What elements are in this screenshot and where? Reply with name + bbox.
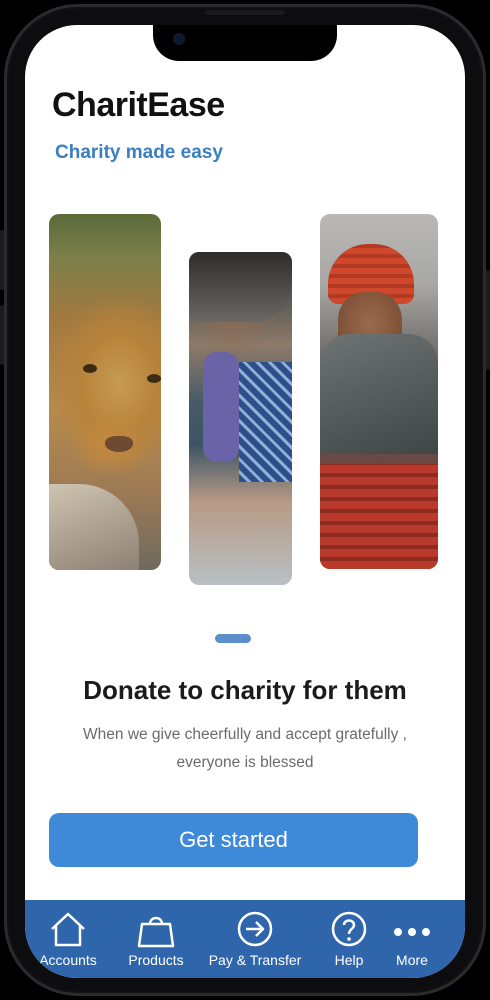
background-person <box>203 352 239 462</box>
carousel-image-elder[interactable] <box>320 214 438 569</box>
nav-item-pay-transfer[interactable]: Pay & Transfer <box>205 910 305 968</box>
rock <box>49 484 139 570</box>
bottom-navigation: Accounts Products Pay & Transfer Help Mo… <box>25 900 465 978</box>
shawl <box>320 334 438 454</box>
volume-button <box>0 305 4 365</box>
nav-label: More <box>396 952 428 968</box>
onboarding-headline: Donate to charity for them <box>83 675 407 705</box>
onboarding-subtext: When we give cheerfully and accept grate… <box>83 726 407 771</box>
nav-item-accounts[interactable]: Accounts <box>33 910 103 968</box>
carousel-image-woman[interactable] <box>189 252 292 585</box>
carousel-image-lion[interactable] <box>49 214 161 570</box>
home-icon <box>51 912 85 947</box>
dress <box>320 464 438 569</box>
nav-label: Help <box>334 952 364 968</box>
power-button <box>486 270 490 370</box>
arrow-circle-icon <box>237 911 273 947</box>
get-started-button[interactable]: Get started <box>49 813 418 867</box>
lion-eye <box>147 374 161 383</box>
notch <box>153 25 337 61</box>
app-tagline: Charity made easy <box>55 142 223 163</box>
speaker-grille <box>205 10 285 15</box>
camera-icon <box>173 33 185 45</box>
question-circle-icon <box>331 911 367 947</box>
more-dots-icon <box>394 928 430 936</box>
carousel-page-indicator[interactable] <box>215 634 251 643</box>
nav-item-help[interactable]: Help <box>323 910 375 968</box>
shopping-bag-icon <box>137 916 175 948</box>
shirt <box>239 362 292 482</box>
hair <box>189 252 292 322</box>
app-screen: CharitEase Charity made easy Donate to c… <box>25 25 465 978</box>
nav-label: Accounts <box>39 952 97 968</box>
lion-eye <box>83 364 97 373</box>
lion-nose <box>105 436 133 452</box>
app-title: CharitEase <box>52 86 225 124</box>
volume-button <box>0 230 4 290</box>
nav-item-more[interactable]: More <box>387 910 437 968</box>
nav-label: Products <box>128 952 184 968</box>
nav-item-products[interactable]: Products <box>121 910 191 968</box>
nav-label: Pay & Transfer <box>208 952 302 968</box>
